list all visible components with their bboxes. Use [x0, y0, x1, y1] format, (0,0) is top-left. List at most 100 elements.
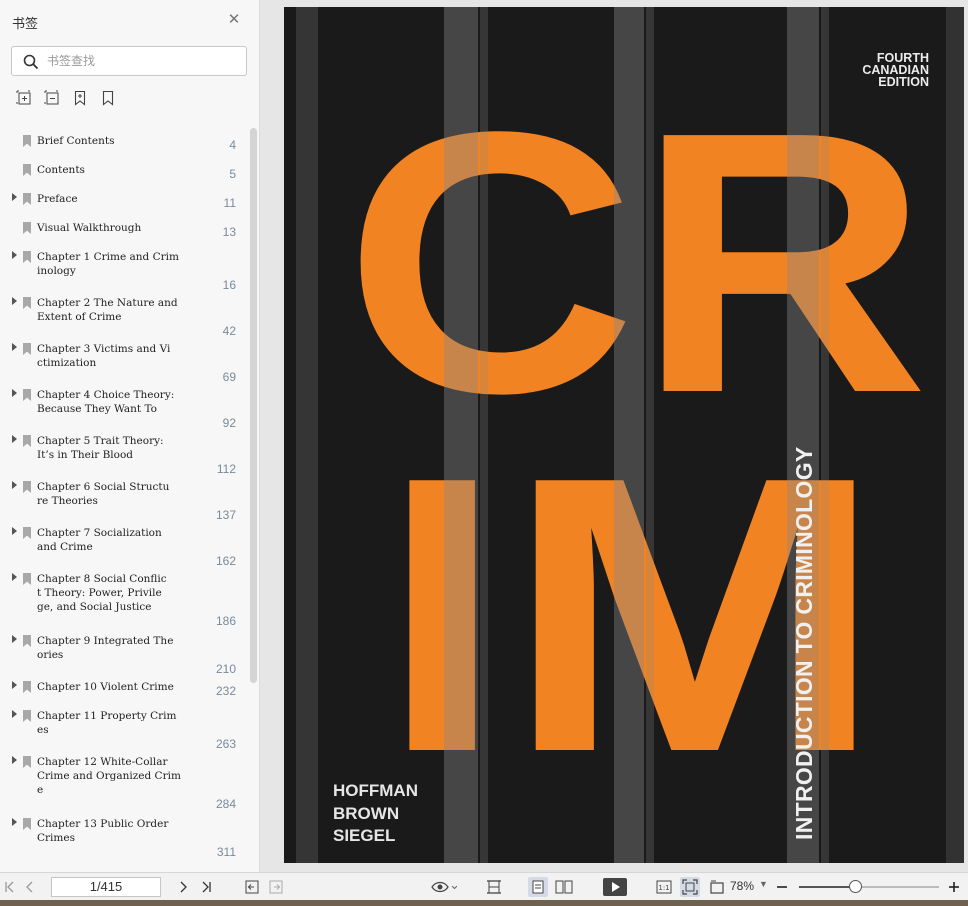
zoom-slider-handle[interactable] [849, 880, 862, 893]
bookmark-icon [23, 135, 31, 147]
chevron-down-icon[interactable]: ▼ [759, 879, 768, 889]
cover-bar [296, 7, 318, 863]
fit-width-icon[interactable] [484, 877, 504, 897]
bookmark-page-number: 42 [222, 324, 236, 338]
bookmark-label[interactable]: Chapter 9 Integrated The ories [37, 634, 185, 662]
bookmark-icon [23, 756, 31, 768]
bookmark-icon [23, 573, 31, 585]
bookmark-search-input[interactable] [47, 52, 237, 70]
two-page-icon[interactable] [554, 877, 574, 897]
zoom-level[interactable]: 78% [730, 879, 754, 893]
back-view-icon[interactable] [242, 877, 262, 897]
edition-label: FOURTH CANADIAN EDITION [862, 51, 929, 89]
bookmark-icon [23, 527, 31, 539]
document-view[interactable]: CR IM FOURTH CANADIAN EDITION HOFFMAN BR… [261, 0, 968, 872]
bookmark-label[interactable]: Chapter 5 Trait Theory: It’s in Their Bl… [37, 434, 185, 462]
expand-arrow-icon[interactable] [12, 389, 17, 397]
bookmark-icon [23, 710, 31, 722]
zoom-in-icon[interactable] [944, 877, 964, 897]
add-bookmark-icon[interactable] [71, 89, 89, 107]
bookmark-icon [23, 297, 31, 309]
bookmark-page-number: 210 [215, 662, 236, 676]
bookmark-label[interactable]: Chapter 6 Social Structu re Theories [37, 480, 185, 508]
zoom-slider-fill [799, 886, 855, 888]
cover-subtitle: INTRODUCTION TO CRIMINOLOGY [791, 446, 817, 840]
rotate-icon[interactable] [707, 877, 727, 897]
previous-page-icon[interactable] [20, 877, 40, 897]
cover-bar [946, 7, 964, 863]
zoom-slider[interactable] [799, 886, 939, 888]
bookmark-list: Brief Contents 4 Contents 5 Preface 11 Visual … [0, 128, 248, 872]
expand-arrow-icon[interactable] [12, 297, 17, 305]
bookmark-label[interactable]: Chapter 1 Crime and Crim inology [37, 250, 185, 278]
pdf-reader-window: 书签 ✕ Brief Contents 4 Contents 5 Preface 11 [0, 0, 968, 906]
bookmark-page-number: 232 [215, 684, 236, 698]
bookmark-page-number: 137 [215, 508, 236, 522]
page-number-input[interactable]: 1/415 [51, 877, 161, 897]
bookmark-label[interactable]: Chapter 10 Violent Crime [37, 680, 185, 694]
expand-arrow-icon[interactable] [12, 251, 17, 259]
bookmark-icon[interactable] [99, 89, 117, 107]
bookmark-page-number: 4 [229, 138, 236, 152]
last-page-icon[interactable] [196, 877, 216, 897]
expand-arrow-icon[interactable] [12, 573, 17, 581]
expand-arrow-icon[interactable] [12, 756, 17, 764]
bookmark-label[interactable]: Chapter 13 Public Order Crimes [37, 817, 185, 845]
cover-bar [480, 7, 488, 863]
bookmark-icon [23, 435, 31, 447]
bookmark-icon [23, 251, 31, 263]
bookmark-label[interactable]: Chapter 12 White-Collar Crime and Organi… [37, 755, 185, 797]
bookmark-icon [23, 481, 31, 493]
actual-size-icon[interactable]: 1:1 [654, 877, 674, 897]
first-page-icon[interactable] [0, 877, 20, 897]
expand-arrow-icon[interactable] [12, 635, 17, 643]
close-icon[interactable]: ✕ [226, 12, 242, 28]
bookmark-icon [23, 681, 31, 693]
expand-arrow-icon[interactable] [12, 710, 17, 718]
bookmark-label[interactable]: Chapter 2 The Nature and Extent of Crime [37, 296, 185, 324]
bookmark-label[interactable]: Contents [37, 163, 185, 177]
bookmark-page-number: 13 [222, 225, 236, 239]
forward-view-icon[interactable] [266, 877, 286, 897]
bookmark-label[interactable]: Chapter 3 Victims and Vi ctimization [37, 342, 185, 370]
fit-page-icon[interactable] [680, 877, 700, 897]
eye-mode-icon[interactable] [430, 877, 458, 897]
cover-bar [646, 7, 654, 863]
svg-text:1:1: 1:1 [658, 884, 669, 892]
bookmark-label[interactable]: Chapter 11 Property Crim es [37, 709, 185, 737]
bookmark-search-box[interactable] [11, 46, 247, 76]
bookmark-label[interactable]: Chapter 8 Social Conflic t Theory: Power… [37, 572, 185, 614]
bookmark-page-number: 112 [216, 462, 236, 476]
expand-arrow-icon[interactable] [12, 527, 17, 535]
bookmark-icon [23, 635, 31, 647]
bookmark-label[interactable]: Chapter 7 Socialization and Crime [37, 526, 185, 554]
bookmark-icon [23, 389, 31, 401]
collapse-all-icon[interactable] [43, 89, 61, 107]
expand-all-icon[interactable] [15, 89, 33, 107]
bookmark-label[interactable]: Brief Contents [37, 134, 185, 148]
bookmark-page-number: 69 [222, 370, 236, 384]
cover-artwork: CR IM [296, 7, 964, 863]
next-page-icon[interactable] [173, 877, 193, 897]
expand-arrow-icon[interactable] [12, 343, 17, 351]
expand-arrow-icon[interactable] [12, 193, 17, 201]
bookmark-page-number: 311 [216, 845, 236, 859]
bookmark-page-number: 5 [229, 167, 236, 181]
author-names: HOFFMAN BROWN SIEGEL [333, 781, 418, 845]
bookmark-toolbar [15, 89, 117, 107]
expand-arrow-icon[interactable] [12, 435, 17, 443]
bookmark-icon [23, 343, 31, 355]
bookmark-scrollbar[interactable] [250, 128, 257, 683]
bookmark-label[interactable]: Preface [37, 192, 185, 206]
zoom-out-icon[interactable] [772, 877, 792, 897]
bookmark-icon [23, 222, 31, 234]
bookmark-page-number: 186 [215, 614, 236, 628]
bookmark-page-number: 11 [223, 196, 236, 210]
play-icon[interactable] [602, 877, 628, 897]
expand-arrow-icon[interactable] [12, 818, 17, 826]
expand-arrow-icon[interactable] [12, 681, 17, 689]
single-page-icon[interactable] [528, 877, 548, 897]
bookmark-label[interactable]: Chapter 4 Choice Theory: Because They Wa… [37, 388, 185, 416]
bookmark-label[interactable]: Visual Walkthrough [37, 221, 185, 235]
expand-arrow-icon[interactable] [12, 481, 17, 489]
